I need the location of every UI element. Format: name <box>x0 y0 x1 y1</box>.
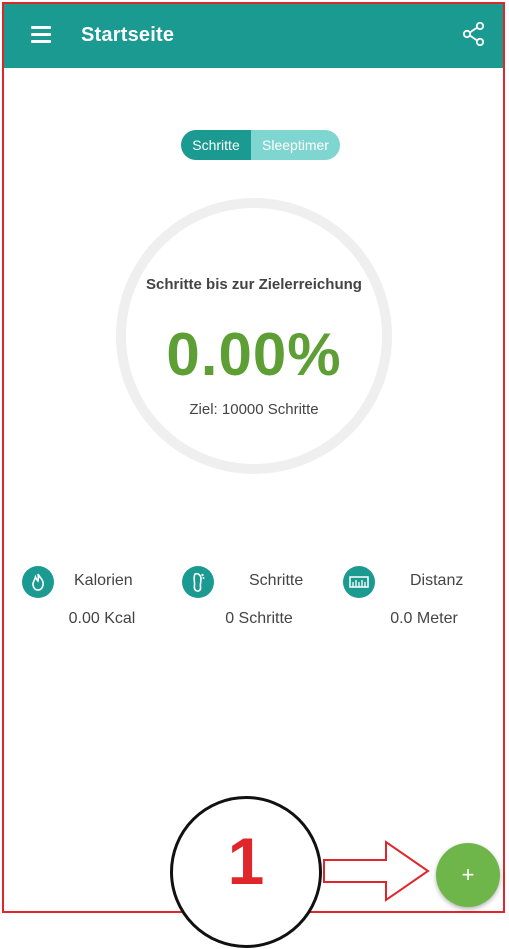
stat-label-distanz: Distanz <box>410 572 464 589</box>
progress-goal: Ziel: 10000 Schritte <box>189 401 319 418</box>
stat-value-kalorien: 0.00 Kcal <box>68 610 136 627</box>
stat-label-schritte: Schritte <box>249 572 304 589</box>
footprint-icon <box>182 566 214 598</box>
app-bar: Startseite <box>4 4 503 68</box>
stat-value-distanz: 0.0 Meter <box>390 610 458 627</box>
add-button[interactable]: + <box>436 843 500 907</box>
share-icon[interactable] <box>461 21 487 47</box>
mode-toggle: Schritte Sleeptimer <box>181 130 340 160</box>
toggle-schritte[interactable]: Schritte <box>181 130 251 160</box>
stat-value-schritte: 0 Schritte <box>225 610 293 627</box>
annotation-number: 1 <box>227 824 265 898</box>
flame-icon <box>22 566 54 598</box>
stat-label-kalorien: Kalorien <box>74 572 133 589</box>
progress-percent: 0.00% <box>166 321 342 388</box>
progress-ring: Schritte bis zur Zielerreichung 0.00% Zi… <box>116 198 392 474</box>
ruler-icon <box>343 566 375 598</box>
page-title: Startseite <box>81 24 175 46</box>
toggle-sleeptimer[interactable]: Sleeptimer <box>251 130 340 160</box>
progress-label-text: Schritte bis zur Zielerreichung <box>146 276 362 293</box>
app-screen: Startseite Schritte Sleeptimer Schritte … <box>2 2 505 913</box>
hamburger-menu-icon[interactable] <box>31 26 51 43</box>
annotation-arrow-icon <box>323 840 430 902</box>
progress-label: Schritte bis zur Zielerreichung <box>126 274 382 295</box>
